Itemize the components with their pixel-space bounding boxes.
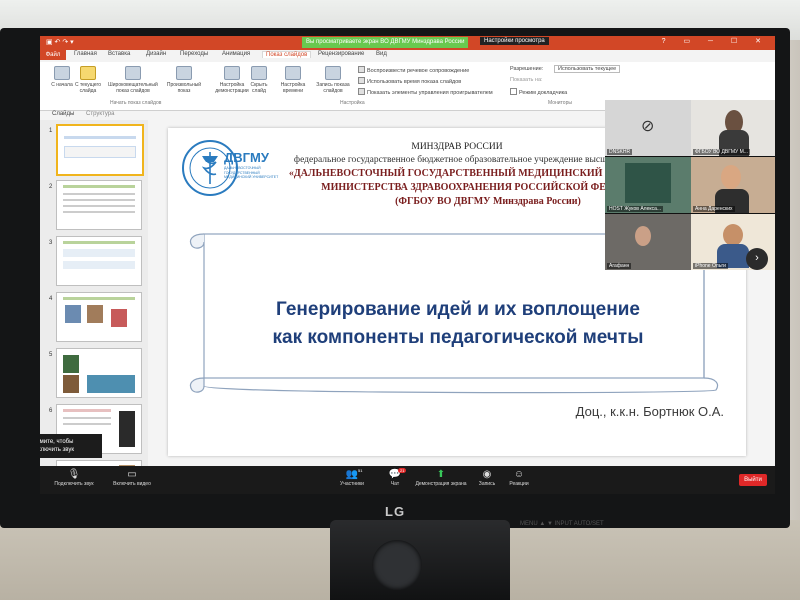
participants-icon: 👥 [345, 469, 359, 480]
group-label-monitors: Мониторы [548, 100, 572, 106]
record-slideshow-button[interactable]: Запись показа слайдов [312, 66, 354, 94]
slide-author: Доц., к.к.н. Бортнюк О.А. [575, 404, 724, 419]
zoom-video-panel: ⊘ DNSKHR ФГБОУ ВО ДВГМУ М... HOST Жуков … [605, 100, 775, 270]
quick-access-toolbar[interactable]: ▣ ↶ ↷ ▾ [46, 38, 74, 46]
custom-show-button[interactable]: Произвольный показ [164, 66, 204, 94]
unmute-tooltip: Нажмите, чтобы подключить звук [40, 434, 102, 458]
slides-pane-tabs: Слайды Структура [40, 110, 148, 120]
tab-slides[interactable]: Слайды [52, 111, 74, 117]
participant-name: ФГБОУ ВО ДВГМУ М... [693, 149, 750, 155]
participants-button[interactable]: 👥 Участники 51 [332, 468, 372, 487]
record-icon [325, 66, 341, 80]
setup-icon [224, 66, 240, 80]
video-tile-4[interactable]: Анна Даренских [691, 157, 775, 213]
thumb-number: 6 [49, 408, 53, 414]
monitor-brand-logo: LG [385, 504, 406, 519]
broadcast-button[interactable]: Широковещательный показ слайдов [106, 66, 160, 94]
resolution-select[interactable]: Использовать текущее [554, 65, 621, 73]
resolution-label: Разрешение: [510, 66, 544, 72]
unmute-button[interactable]: 🎙 Подключить звук [44, 469, 104, 487]
slide-thumbnail-4[interactable] [56, 292, 142, 342]
tab-view[interactable]: Вид [376, 51, 387, 57]
chat-unread-badge: 21 [398, 468, 407, 473]
participant-name: DNSKHR [607, 149, 633, 155]
slide-thumbnail-1[interactable] [56, 124, 144, 176]
timer-icon [285, 66, 301, 80]
tab-insert[interactable]: Вставка [108, 51, 130, 57]
slide-title-line-2: как компоненты педагогической мечты [272, 327, 644, 348]
tab-slideshow[interactable]: Показ слайдов [262, 51, 312, 58]
view-settings-button[interactable]: Настройки просмотра [480, 37, 549, 45]
zoom-sharing-banner: Вы просматриваете экран ВО ДВГМУ Минздра… [302, 37, 469, 48]
camera-off-icon: ⊘ [641, 118, 655, 135]
tab-design[interactable]: Дизайн [146, 51, 166, 57]
camera-icon: ▭ [127, 469, 137, 480]
video-tile-5[interactable]: Агафанн [605, 214, 691, 270]
participants-count: 51 [358, 468, 363, 473]
tab-animations[interactable]: Анимация [222, 51, 250, 57]
show-on-label: Показать на: [510, 77, 543, 83]
presenter-view-checkbox[interactable]: Режим докладчика [510, 88, 567, 96]
powerpoint-title-bar: ▣ ↶ ↷ ▾ Вы просматриваете экран ВО ДВГМУ… [40, 36, 775, 50]
share-screen-icon: ⬆ [436, 469, 446, 480]
thumb-number: 3 [49, 240, 53, 246]
monitor-controls-label: MENU ▲ ▼ INPUT AUTO/SET [520, 521, 604, 527]
slide-thumbnail-2[interactable] [56, 180, 142, 230]
tab-transitions[interactable]: Переходы [180, 51, 208, 57]
record-button[interactable]: ◉ Запись [472, 469, 502, 487]
start-video-button[interactable]: ▭ Включить видео [102, 469, 162, 487]
use-timings-checkbox[interactable]: Использовать время показа слайдов [358, 77, 461, 85]
record-icon: ◉ [482, 469, 492, 480]
custom-show-icon [176, 66, 192, 80]
participant-name: HOST Жуков Алекса... [607, 206, 664, 212]
tab-review[interactable]: Рецензирование [318, 51, 364, 57]
chat-button[interactable]: 💬 Чат 21 [380, 468, 410, 487]
slide-title-line-1: Генерирование идей и их воплощение [276, 299, 640, 320]
mic-muted-icon: 🎙 [67, 469, 81, 480]
webcam-ring [372, 540, 422, 590]
slide-title: Генерирование идей и их воплощение как к… [198, 296, 718, 352]
participant-name: Анна Даренских [693, 206, 735, 212]
reaction-smiley-icon: ☺ [513, 469, 525, 480]
hide-slide-icon [251, 66, 267, 80]
slides-pane: 1 2 3 4 5 6 [40, 120, 148, 484]
leave-meeting-button[interactable]: Выйти [739, 474, 767, 486]
group-label-start: Начать показ слайдов [110, 100, 162, 106]
slide-thumbnail-5[interactable] [56, 348, 142, 398]
play-current-icon [80, 66, 96, 80]
thumb-number: 4 [49, 296, 53, 302]
hide-slide-button[interactable]: Скрыть слайд [244, 66, 274, 94]
participant-name: iPhone Ольги [693, 263, 728, 269]
from-current-slide-button[interactable]: С текущего слайда [68, 66, 108, 94]
zoom-toolbar: 🎙 Подключить звук ▭ Включить видео 👥 Уча… [40, 466, 775, 494]
reactions-button[interactable]: ☺ Реакции [504, 469, 534, 487]
narrations-checkbox[interactable]: Воспроизвести речевое сопровождение [358, 66, 469, 74]
rehearse-timings-button[interactable]: Настройка времени [276, 66, 310, 94]
next-page-arrow-icon[interactable]: › [746, 248, 768, 270]
video-tile-3[interactable]: HOST Жуков Алекса... [605, 157, 691, 213]
tab-file[interactable]: Файл [40, 50, 66, 60]
broadcast-icon [125, 66, 141, 80]
share-screen-button[interactable]: ⬆ Демонстрация экрана [412, 469, 470, 487]
participant-name: Агафанн [607, 263, 632, 269]
video-tile-2[interactable]: ФГБОУ ВО ДВГМУ М... [691, 100, 775, 156]
monitor-screen: ▣ ↶ ↷ ▾ Вы просматриваете экран ВО ДВГМУ… [40, 36, 775, 494]
thumb-number: 1 [49, 128, 53, 134]
thumb-number: 2 [49, 184, 53, 190]
window-controls[interactable]: ? ▭ ─ ☐ ✕ [662, 37, 769, 45]
tab-home[interactable]: Главная [74, 51, 97, 57]
media-controls-checkbox[interactable]: Показать элементы управления проигрывате… [358, 88, 493, 96]
slide-thumbnail-3[interactable] [56, 236, 142, 286]
video-tile-1[interactable]: ⊘ DNSKHR [605, 100, 691, 156]
tab-outline[interactable]: Структура [86, 111, 114, 117]
thumb-number: 5 [49, 352, 53, 358]
group-label-setup: Настройка [340, 100, 365, 106]
